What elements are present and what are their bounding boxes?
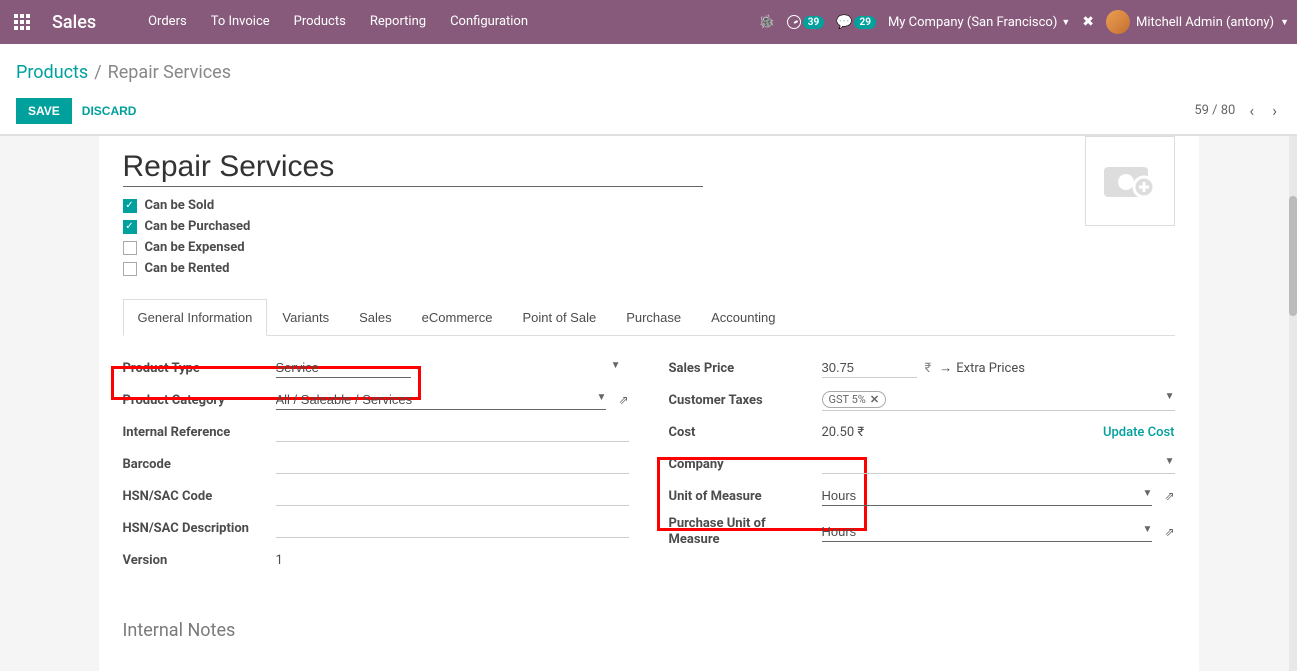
can-be-expensed-label[interactable]: Can be Expensed	[145, 240, 245, 255]
breadcrumb-current: Repair Services	[108, 62, 231, 83]
avatar	[1106, 10, 1130, 34]
top-navbar: Sales Orders To Invoice Products Reporti…	[0, 0, 1297, 44]
apps-icon[interactable]	[8, 8, 36, 36]
debug-icon[interactable]	[759, 15, 775, 30]
company-label: Company	[669, 457, 814, 472]
internal-reference-label: Internal Reference	[123, 425, 268, 440]
tab-purchase[interactable]: Purchase	[611, 299, 696, 335]
menu-orders[interactable]: Orders	[136, 0, 199, 44]
pager-next-icon[interactable]: ›	[1268, 97, 1281, 124]
save-button[interactable]: SAVE	[16, 98, 72, 124]
hsn-desc-label: HSN/SAC Description	[123, 521, 268, 536]
product-name-input[interactable]	[123, 148, 703, 187]
settings-icon[interactable]: ✖	[1082, 14, 1094, 30]
currency-symbol: ₹	[925, 361, 932, 376]
tab-general-information[interactable]: General Information	[123, 299, 268, 336]
external-link-icon[interactable]: ⇗	[618, 393, 628, 407]
company-selector[interactable]: My Company (San Francisco)▼	[888, 15, 1070, 30]
company-select[interactable]	[822, 454, 1175, 474]
version-value: 1	[276, 553, 629, 568]
barcode-label: Barcode	[123, 457, 268, 472]
menu-reporting[interactable]: Reporting	[358, 0, 438, 44]
tab-accounting[interactable]: Accounting	[696, 299, 790, 335]
can-be-rented-label[interactable]: Can be Rented	[145, 261, 230, 276]
product-category-label: Product Category	[123, 393, 268, 408]
tab-sales[interactable]: Sales	[344, 299, 407, 335]
product-type-label: Product Type	[123, 361, 268, 376]
update-cost-link[interactable]: Update Cost	[1103, 425, 1175, 440]
form-sheet: ✓ Can be Sold ✓ Can be Purchased Can be …	[99, 136, 1199, 671]
messages-icon[interactable]: 29	[836, 15, 876, 30]
activities-badge: 39	[803, 16, 824, 29]
menu-bar: Orders To Invoice Products Reporting Con…	[136, 0, 540, 44]
product-type-select[interactable]	[276, 358, 411, 378]
activities-icon[interactable]: 39	[787, 15, 824, 29]
menu-configuration[interactable]: Configuration	[438, 0, 540, 44]
caret-down-icon: ▼	[611, 360, 621, 371]
product-category-select[interactable]	[276, 390, 607, 410]
checkbox-group: ✓ Can be Sold ✓ Can be Purchased Can be …	[123, 195, 1175, 279]
pager: 59 / 80 ‹ ›	[1194, 97, 1281, 124]
uom-select[interactable]	[822, 486, 1153, 506]
tab-ecommerce[interactable]: eCommerce	[407, 299, 508, 335]
customer-taxes-select[interactable]: GST 5%✕	[822, 389, 1175, 411]
uom-label: Unit of Measure	[669, 489, 814, 504]
menu-products[interactable]: Products	[282, 0, 358, 44]
can-be-rented-checkbox[interactable]	[123, 262, 137, 276]
menu-to-invoice[interactable]: To Invoice	[199, 0, 282, 44]
can-be-sold-label[interactable]: Can be Sold	[145, 198, 215, 213]
hsn-code-label: HSN/SAC Code	[123, 489, 268, 504]
pager-prev-icon[interactable]: ‹	[1245, 97, 1258, 124]
external-link-icon[interactable]: ⇗	[1164, 489, 1174, 503]
tab-point-of-sale[interactable]: Point of Sale	[507, 299, 611, 335]
action-row: SAVE DISCARD 59 / 80 ‹ ›	[16, 93, 1281, 134]
control-panel: Products / Repair Services SAVE DISCARD …	[0, 44, 1297, 135]
hsn-desc-input[interactable]	[276, 518, 629, 538]
tax-tag: GST 5%✕	[822, 391, 887, 408]
tag-remove-icon[interactable]: ✕	[870, 393, 879, 406]
right-column: Sales Price ₹ →Extra Prices Customer Tax…	[669, 356, 1175, 580]
left-column: Product Type ▼ Product Category ▼	[123, 356, 629, 580]
purchase-uom-label: Purchase Unit of Measure	[669, 516, 814, 547]
messages-badge: 29	[854, 16, 875, 29]
external-link-icon[interactable]: ⇗	[1164, 525, 1174, 539]
breadcrumb-separator: /	[94, 62, 101, 83]
breadcrumb: Products / Repair Services	[16, 54, 1281, 93]
can-be-purchased-checkbox[interactable]: ✓	[123, 220, 137, 234]
discard-button[interactable]: DISCARD	[82, 104, 137, 118]
topbar-right: 39 29 My Company (San Francisco)▼ ✖ Mitc…	[759, 10, 1289, 34]
sales-price-input[interactable]	[822, 358, 917, 378]
cost-label: Cost	[669, 425, 814, 440]
purchase-uom-select[interactable]	[822, 522, 1153, 542]
module-name[interactable]: Sales	[52, 12, 96, 33]
internal-notes-title: Internal Notes	[123, 620, 1175, 641]
can-be-sold-checkbox[interactable]: ✓	[123, 199, 137, 213]
form-content: ✓ Can be Sold ✓ Can be Purchased Can be …	[0, 135, 1297, 671]
pager-position[interactable]: 59 / 80	[1194, 103, 1235, 118]
extra-prices-button[interactable]: →Extra Prices	[939, 360, 1025, 376]
version-label: Version	[123, 553, 268, 568]
can-be-expensed-checkbox[interactable]	[123, 241, 137, 255]
user-menu[interactable]: Mitchell Admin (antony) ▼	[1106, 10, 1289, 34]
image-upload[interactable]	[1085, 136, 1175, 226]
breadcrumb-parent[interactable]: Products	[16, 62, 88, 83]
customer-taxes-label: Customer Taxes	[669, 393, 814, 408]
internal-reference-input[interactable]	[276, 422, 629, 442]
can-be-purchased-label[interactable]: Can be Purchased	[145, 219, 251, 234]
tab-variants[interactable]: Variants	[267, 299, 344, 335]
hsn-code-input[interactable]	[276, 486, 629, 506]
sales-price-label: Sales Price	[669, 361, 814, 376]
tabs: General Information Variants Sales eComm…	[123, 299, 1175, 336]
barcode-input[interactable]	[276, 454, 629, 474]
cost-value: 20.50 ₹	[822, 425, 1095, 440]
